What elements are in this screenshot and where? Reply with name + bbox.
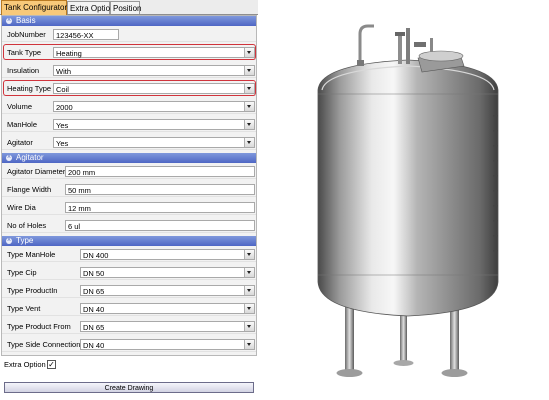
row-type-manhole: Type ManHole DN 400 (2, 247, 256, 262)
field-value: 50 mm (68, 186, 91, 195)
field-label: Insulation (7, 66, 40, 75)
field-value: DN 65 (83, 287, 105, 296)
field-label: Volume (7, 102, 33, 111)
row-type-cip: Type Cip DN 50 (2, 265, 256, 280)
field-label: Type ProductIn (7, 286, 58, 295)
heating-type-highlight (3, 80, 256, 96)
field-value: DN 40 (83, 341, 105, 350)
wire-dia-input[interactable]: 12 mm (65, 202, 255, 213)
row-insulation: Insulation With (2, 63, 256, 78)
field-label: JobNumber (7, 30, 46, 39)
row-agitator: Agitator Yes (2, 135, 256, 150)
field-value: 6 ul (68, 222, 81, 231)
collapse-chevron-icon[interactable]: ˄ (6, 238, 12, 244)
property-grid: ˄ Basis JobNumber 123456-XX Tank Type He… (1, 15, 257, 356)
dropdown-arrow-icon[interactable] (244, 304, 254, 313)
type-cip-select[interactable]: DN 50 (80, 267, 255, 278)
field-value: DN 65 (83, 323, 105, 332)
dropdown-arrow-icon[interactable] (244, 102, 254, 111)
row-type-vent: Type Vent DN 40 (2, 301, 256, 316)
dropdown-arrow-icon[interactable] (244, 120, 254, 129)
agitator-diameter-input[interactable]: 200 mm (65, 166, 255, 177)
create-drawing-button[interactable]: Create Drawing (4, 382, 254, 393)
type-product-from-select[interactable]: DN 65 (80, 321, 255, 332)
volume-select[interactable]: 2000 (53, 101, 255, 112)
agitator-select[interactable]: Yes (53, 137, 255, 148)
field-value: DN 50 (83, 269, 105, 278)
tab-bar: Tank Configurator Extra Option Position (0, 0, 258, 15)
dropdown-arrow-icon[interactable] (244, 138, 254, 147)
field-label: Type Side Connection (7, 340, 81, 349)
no-of-holes-input[interactable]: 6 ul (65, 220, 255, 231)
dropdown-arrow-icon[interactable] (244, 286, 254, 295)
row-volume: Volume 2000 (2, 99, 256, 114)
row-manhole: ManHole Yes (2, 117, 256, 132)
row-type-side-connection: Type Side Connection DN 40 (2, 337, 256, 352)
type-side-connection-select[interactable]: DN 40 (80, 339, 255, 350)
field-value: DN 400 (83, 251, 109, 260)
field-label: ManHole (7, 120, 38, 129)
row-agitator-diameter: Agitator Diameter 200 mm (2, 164, 256, 179)
row-flange-width: Flange Width 50 mm (2, 182, 256, 197)
field-value: 2000 (56, 103, 73, 112)
field-value: 123456-XX (56, 31, 94, 40)
row-type-productin: Type ProductIn DN 65 (2, 283, 256, 298)
manhole-select[interactable]: Yes (53, 119, 255, 130)
insulation-select[interactable]: With (53, 65, 255, 76)
tank-type-highlight (3, 44, 256, 60)
section-header-basis[interactable]: ˄ Basis (2, 16, 256, 26)
field-label: Type ManHole (7, 250, 56, 259)
extra-option-label: Extra Option (4, 360, 46, 369)
dropdown-arrow-icon[interactable] (244, 66, 254, 75)
row-wire-dia: Wire Dia 12 mm (2, 200, 256, 215)
field-label: Type Cip (7, 268, 37, 277)
dropdown-arrow-icon[interactable] (244, 250, 254, 259)
section-title: Basis (16, 16, 36, 25)
type-vent-select[interactable]: DN 40 (80, 303, 255, 314)
field-label: Agitator (7, 138, 33, 147)
row-no-of-holes: No of Holes 6 ul (2, 218, 256, 233)
collapse-chevron-icon[interactable]: ˄ (6, 18, 12, 24)
field-value: 200 mm (68, 168, 96, 177)
row-jobnumber: JobNumber 123456-XX (2, 27, 256, 42)
flange-width-input[interactable]: 50 mm (65, 184, 255, 195)
tab-extra-option[interactable]: Extra Option (67, 1, 114, 14)
section-title: Agitator (16, 153, 44, 162)
section-header-type[interactable]: ˄ Type (2, 236, 256, 246)
dropdown-arrow-icon[interactable] (244, 268, 254, 277)
field-label: No of Holes (7, 221, 47, 230)
configurator-panel: Tank Configurator Extra Option Position … (0, 0, 258, 400)
tab-position[interactable]: Position (110, 1, 141, 14)
tank-image (317, 24, 499, 377)
field-value: DN 40 (83, 305, 105, 314)
jobnumber-input[interactable]: 123456-XX (53, 29, 119, 40)
section-title: Type (16, 236, 34, 245)
field-label: Type Product From (7, 322, 71, 331)
field-value: Yes (56, 121, 69, 130)
field-label: Flange Width (7, 185, 52, 194)
field-value: With (56, 67, 71, 76)
field-value: 12 mm (68, 204, 91, 213)
field-value: Yes (56, 139, 69, 148)
tab-tank-configurator[interactable]: Tank Configurator (1, 0, 67, 15)
dropdown-arrow-icon[interactable] (244, 322, 254, 331)
field-label: Wire Dia (7, 203, 36, 212)
field-label: Agitator Diameter (7, 167, 66, 176)
row-type-product-from: Type Product From DN 65 (2, 319, 256, 334)
type-manhole-select[interactable]: DN 400 (80, 249, 255, 260)
extra-option-checkbox[interactable]: ✓ (47, 360, 56, 369)
type-productin-select[interactable]: DN 65 (80, 285, 255, 296)
dropdown-arrow-icon[interactable] (244, 340, 254, 349)
collapse-chevron-icon[interactable]: ˄ (6, 155, 12, 161)
section-header-agitator[interactable]: ˄ Agitator (2, 153, 256, 163)
field-label: Type Vent (7, 304, 41, 313)
